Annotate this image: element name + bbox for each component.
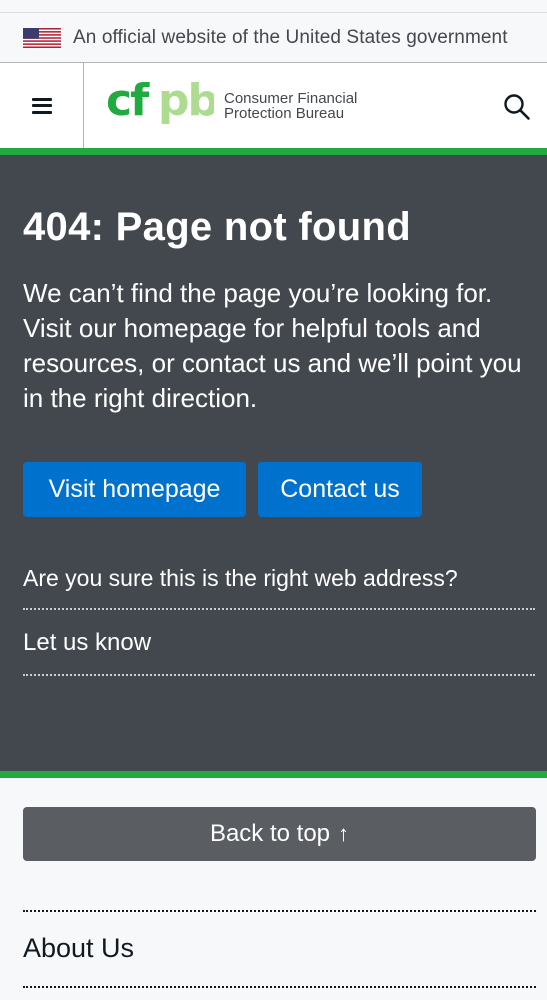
logo-text-line2: Protection Bureau xyxy=(224,105,345,122)
contact-us-button[interactable]: Contact us xyxy=(258,462,422,517)
svg-text:pb: pb xyxy=(158,81,214,126)
header-accent-bar xyxy=(0,148,547,155)
cfpb-logo-mark: cf pb xyxy=(106,81,214,126)
page-title: 404: Page not found xyxy=(23,205,411,249)
logo-text: Consumer Financial Protection Bureau xyxy=(224,91,357,121)
visit-homepage-button[interactable]: Visit homepage xyxy=(23,462,246,517)
let-us-know-link[interactable]: Let us know xyxy=(23,629,151,657)
web-address-question: Are you sure this is the right web addre… xyxy=(23,565,458,591)
search-icon[interactable] xyxy=(503,93,531,121)
divider xyxy=(23,986,536,988)
back-to-top-label: Back to top xyxy=(209,820,331,847)
us-flag-icon xyxy=(23,27,61,48)
footer-accent-bar xyxy=(0,771,547,778)
back-to-top-button[interactable]: Back to top ↑ xyxy=(23,807,536,861)
logo-text-line1: Consumer Financial xyxy=(224,90,358,107)
menu-button[interactable] xyxy=(0,63,84,148)
gov-banner: An official website of the United States… xyxy=(0,12,547,62)
error-section: 404: Page not found We can’t find the pa… xyxy=(0,155,547,771)
cfpb-logo[interactable]: cf pb Consumer Financial Protection Bure… xyxy=(106,81,357,131)
divider xyxy=(23,910,536,912)
error-message: We can’t find the page you’re looking fo… xyxy=(23,278,522,413)
divider xyxy=(23,674,535,676)
site-header: cf pb Consumer Financial Protection Bure… xyxy=(0,62,547,148)
divider xyxy=(23,608,535,610)
hamburger-menu-icon xyxy=(31,97,52,114)
about-us-link[interactable]: About Us xyxy=(23,933,134,964)
footer: Back to top ↑ About Us xyxy=(0,778,547,1000)
svg-text:cf: cf xyxy=(106,81,150,126)
arrow-up-icon: ↑ xyxy=(338,821,350,846)
gov-banner-text: An official website of the United States… xyxy=(73,26,508,48)
